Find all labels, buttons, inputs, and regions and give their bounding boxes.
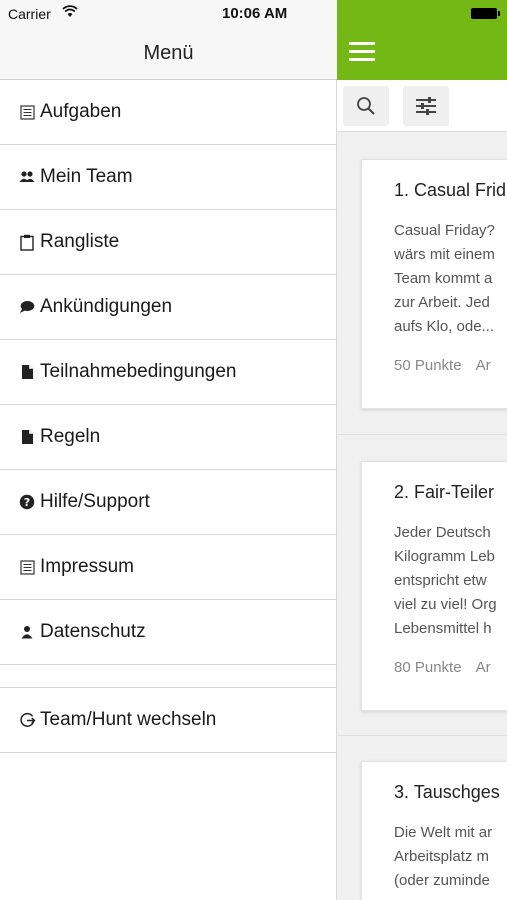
task-extra: Ar <box>475 659 491 676</box>
app-bar <box>337 0 507 80</box>
list-icon <box>18 558 36 576</box>
clock: 10:06 AM <box>222 5 288 22</box>
menu-item-label: Impressum <box>40 556 134 577</box>
menu-item-impressum[interactable]: Impressum <box>0 535 337 600</box>
menu-item-label: Ankündigungen <box>40 296 173 317</box>
search-button[interactable] <box>343 86 389 126</box>
task-title: 1. Casual Frid <box>394 180 507 200</box>
task-points: 80 Punkte <box>394 659 462 676</box>
switch-icon <box>18 711 36 729</box>
task-meta: 80 Punkte Ar <box>394 659 507 676</box>
person-icon <box>18 623 36 641</box>
task-title: 2. Fair-Teiler <box>394 482 495 502</box>
menu-item-aufgaben[interactable]: Aufgaben <box>0 80 337 145</box>
task-description: Die Welt mit ar Arbeitsplatz m (oder zum… <box>394 824 493 889</box>
document-icon <box>18 363 36 381</box>
menu-item-label: Regeln <box>40 426 101 447</box>
main-pane: 1. Casual Frid Casual Friday? wärs mit e… <box>337 0 507 900</box>
task-card[interactable]: 2. Fair-Teiler Jeder Deutsch Kilogramm L… <box>361 461 507 711</box>
wifi-icon <box>62 5 78 17</box>
menu-item-label: Aufgaben <box>40 101 122 122</box>
menu-item-label: Teilnahmebedingungen <box>40 361 237 382</box>
menu-item-team-hunt-wechseln[interactable]: Team/Hunt wechseln <box>0 688 337 753</box>
task-points: 50 Punkte <box>394 357 462 374</box>
svg-text:?: ? <box>24 496 30 509</box>
side-menu: Carrier 10:06 AM Menü Aufgaben Mein Team <box>0 0 337 900</box>
status-bar: Carrier 10:06 AM <box>0 0 337 28</box>
menu-item-datenschutz[interactable]: Datenschutz <box>0 600 337 665</box>
card-separator <box>337 434 507 435</box>
clipboard-icon <box>18 233 36 251</box>
team-icon <box>18 168 36 186</box>
menu-divider <box>0 665 337 688</box>
menu-item-ankuendigungen[interactable]: Ankündigungen <box>0 275 337 340</box>
menu-item-label: Hilfe/Support <box>40 491 150 512</box>
card-separator <box>337 735 507 736</box>
menu-item-mein-team[interactable]: Mein Team <box>0 145 337 210</box>
menu-list: Aufgaben Mein Team Rangliste Ankündigung… <box>0 80 337 753</box>
search-icon <box>357 97 375 115</box>
list-icon <box>18 103 36 121</box>
carrier-label: Carrier <box>8 6 51 22</box>
menu-item-regeln[interactable]: Regeln <box>0 405 337 470</box>
menu-item-rangliste[interactable]: Rangliste <box>0 210 337 275</box>
task-title: 3. Tauschges <box>394 782 500 802</box>
menu-item-label: Mein Team <box>40 166 133 187</box>
menu-item-hilfe-support[interactable]: ? Hilfe/Support <box>0 470 337 535</box>
document-icon <box>18 428 36 446</box>
task-card[interactable]: 1. Casual Frid Casual Friday? wärs mit e… <box>361 159 507 409</box>
help-icon: ? <box>18 493 36 511</box>
task-extra: Ar <box>475 357 491 374</box>
toolbar <box>337 80 507 132</box>
menu-title: Menü <box>143 42 194 64</box>
task-card[interactable]: 3. Tauschges Die Welt mit ar Arbeitsplat… <box>361 761 507 900</box>
task-description: Casual Friday? wärs mit einem Team kommt… <box>394 222 495 335</box>
speech-bubble-icon <box>18 298 36 316</box>
menu-item-label: Rangliste <box>40 231 120 252</box>
filter-button[interactable] <box>403 86 449 126</box>
menu-header: Menü <box>0 28 337 80</box>
battery-icon <box>471 8 500 19</box>
menu-toggle-icon[interactable] <box>349 42 375 62</box>
sliders-icon <box>416 97 436 115</box>
menu-item-label: Datenschutz <box>40 621 146 642</box>
task-meta: 50 Punkte Ar <box>394 357 507 374</box>
task-description: Jeder Deutsch Kilogramm Leb entspricht e… <box>394 524 497 637</box>
menu-item-label: Team/Hunt wechseln <box>40 709 217 730</box>
menu-item-teilnahmebedingungen[interactable]: Teilnahmebedingungen <box>0 340 337 405</box>
